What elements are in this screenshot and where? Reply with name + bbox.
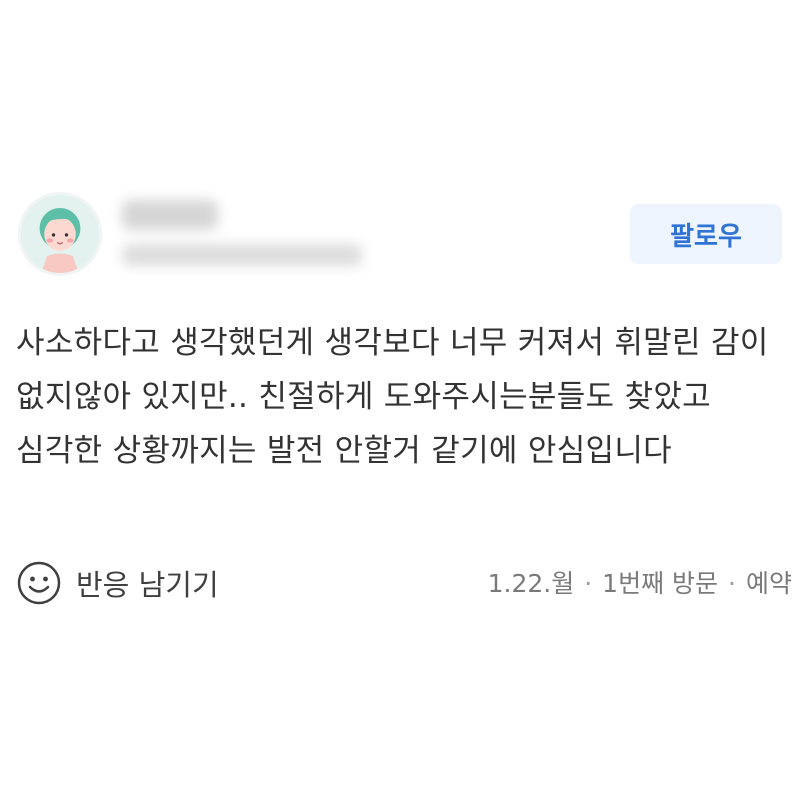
visit-date: 1.22.월 xyxy=(487,569,575,598)
review-card: 팔로우 사소하다고 생각했던게 생각보다 너무 커져서 휘말린 감이 없지않아 … xyxy=(0,0,800,800)
smile-icon xyxy=(17,561,61,605)
user-name-redacted xyxy=(122,200,218,230)
visit-info: 1.22.월 · 1번째 방문 · 예약 xyxy=(488,564,792,600)
avatar-illustration xyxy=(21,195,99,273)
review-footer: 반응 남기기 1.22.월 · 1번째 방문 · 예약 xyxy=(16,558,792,608)
avatar[interactable] xyxy=(18,192,102,276)
user-meta-redacted xyxy=(122,244,362,266)
separator: · xyxy=(584,569,593,598)
visit-count: 1번째 방문 xyxy=(602,569,719,598)
separator: · xyxy=(728,569,736,598)
follow-button[interactable]: 팔로우 xyxy=(630,204,782,264)
visit-type: 예약 xyxy=(745,569,792,598)
review-text: 사소하다고 생각했던게 생각보다 너무 커져서 휘말린 감이 없지않아 있지만.… xyxy=(16,325,779,469)
review-header: 팔로우 xyxy=(18,192,782,282)
reaction-label: 반응 남기기 xyxy=(76,568,219,602)
leave-reaction-button[interactable]: 반응 남기기 xyxy=(16,558,219,608)
